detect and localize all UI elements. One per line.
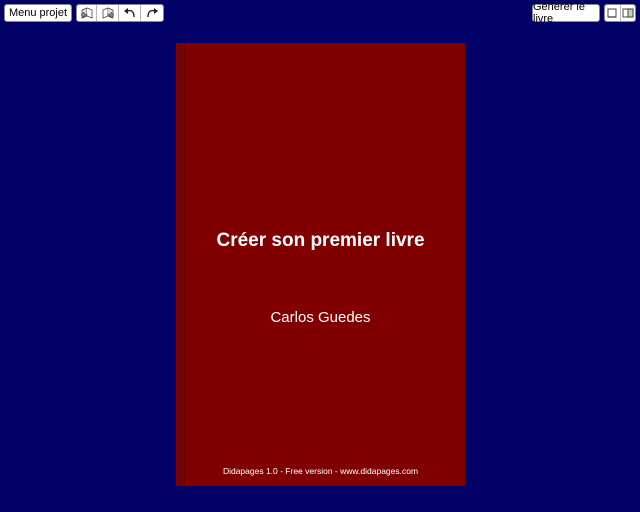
undo-icon	[123, 7, 137, 19]
previous-page-button[interactable]	[77, 5, 97, 21]
open-book-view-icon	[622, 7, 634, 19]
book-footer-credit: Didapages 1.0 - Free version - www.didap…	[222, 466, 419, 476]
single-page-view-icon	[606, 7, 618, 19]
generate-book-button[interactable]: Générer le livre	[532, 1, 600, 25]
next-page-button[interactable]	[97, 5, 119, 21]
spine-line	[180, 43, 181, 486]
menu-projet-button[interactable]: Menu projet	[4, 4, 72, 22]
previous-page-icon	[79, 6, 95, 20]
open-book-view-button[interactable]	[621, 5, 636, 21]
redo-icon	[145, 7, 159, 19]
undo-button[interactable]	[119, 5, 141, 21]
spine-line	[184, 43, 185, 486]
book-title: Créer son premier livre	[216, 230, 425, 251]
edit-tools-group	[76, 4, 164, 22]
single-page-view-button[interactable]	[605, 5, 621, 21]
next-page-icon	[100, 6, 116, 20]
book-author: Carlos Guedes	[270, 309, 371, 326]
redo-button[interactable]	[141, 5, 163, 21]
view-mode-group	[604, 4, 636, 22]
book-cover[interactable]: Créer son premier livre Carlos Guedes	[176, 43, 465, 486]
